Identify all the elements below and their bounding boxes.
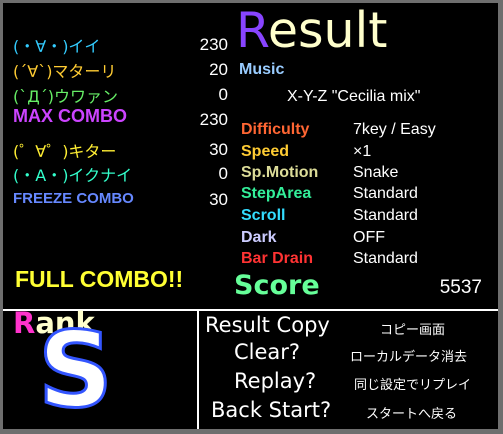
step-area-value: Standard [353,185,418,202]
rank-label-first: R [13,306,36,340]
music-title: X-Y-Z "Cecilia mix" [287,88,421,105]
dark-value: OFF [353,229,385,246]
judge-label-uwan: (`Д´)ウワァン [13,87,118,106]
sp-motion-label: Sp.Motion [241,164,319,181]
difficulty-label: Difficulty [241,121,310,138]
freeze-combo-value: 30 [209,190,228,209]
max-combo-label: MAX COMBO [13,106,127,126]
replay-button[interactable]: Replay? [234,369,316,393]
vertical-divider [197,309,199,429]
judge-value-uwan: 0 [218,85,228,104]
judge-value-ikunai: 0 [218,164,228,183]
replay-sub: 同じ設定でリプレイ [354,378,472,393]
judge-label-kita: (゜∀゜)キター [13,142,117,161]
music-label: Music [239,61,285,78]
result-title-rest: esult [267,2,388,59]
result-title-first: R [236,2,268,59]
bar-drain-label: Bar Drain [241,250,314,267]
scroll-label: Scroll [241,207,286,224]
result-copy-sub: コピー画面 [380,323,446,338]
clear-sub: ローカルデータ消去 [350,350,468,365]
result-title: Result [236,2,387,60]
speed-value: ×1 [353,143,372,160]
back-start-button[interactable]: Back Start? [211,398,331,422]
full-combo-banner: FULL COMBO!! [15,266,184,292]
step-area-label: StepArea [241,185,312,202]
clear-button[interactable]: Clear? [234,340,300,364]
bar-drain-value: Standard [353,250,418,267]
sp-motion-value: Snake [353,164,399,181]
result-copy-button[interactable]: Result Copy [205,313,330,337]
judge-label-ikunai: (・A・)イクナイ [13,166,133,185]
dark-label: Dark [241,229,277,246]
judge-value-ii: 230 [199,35,228,54]
judge-label-ii: (・∀・)イイ [13,37,101,56]
difficulty-value: 7key / Easy [353,121,436,138]
judge-value-kita: 30 [209,140,228,159]
freeze-combo-label: FREEZE COMBO [13,190,134,207]
back-start-sub: スタートへ戻る [366,407,458,422]
scroll-value: Standard [353,207,418,224]
score-label: Score [234,270,320,301]
judge-value-matari: 20 [209,60,228,79]
max-combo-value: 230 [199,110,228,129]
speed-label: Speed [241,143,290,160]
rank-grade: S [37,309,115,431]
judge-label-matari: (´∀`)マターリ [13,62,117,81]
score-value: 5537 [439,277,482,298]
